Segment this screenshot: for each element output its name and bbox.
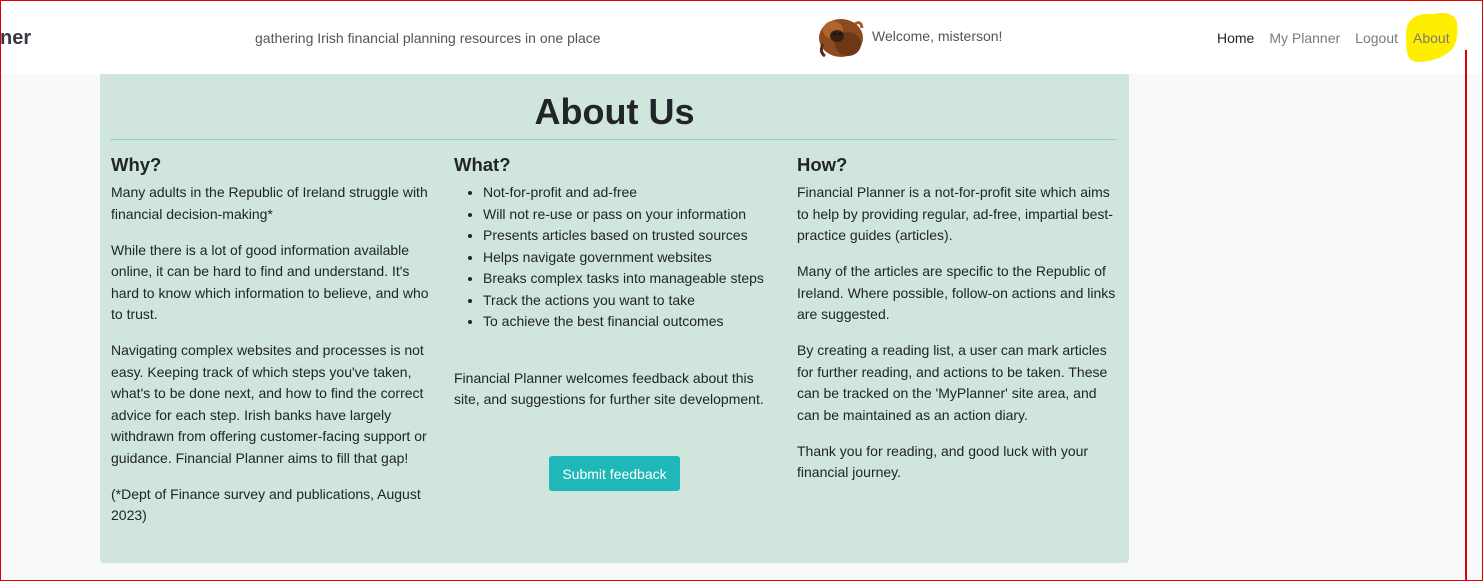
top-navbar: ner gathering Irish financial planning r… — [0, 0, 1483, 74]
title-divider — [110, 139, 1117, 140]
site-tagline: gathering Irish financial planning resou… — [255, 30, 601, 46]
list-item: Track the actions you want to take — [483, 290, 776, 312]
nav-about[interactable]: About — [1413, 30, 1450, 46]
why-heading: Why? — [111, 154, 162, 175]
nav-logout[interactable]: Logout — [1355, 30, 1398, 46]
frame-edge-line — [1465, 50, 1467, 581]
what-column: What? Not-for-profit and ad-free Will no… — [454, 154, 776, 425]
list-item: Presents articles based on trusted sourc… — [483, 225, 776, 247]
how-paragraph: Many of the articles are specific to the… — [797, 263, 1116, 322]
list-item: Breaks complex tasks into manageable ste… — [483, 268, 776, 290]
page-title: About Us — [534, 91, 695, 132]
how-column: How? Financial Planner is a not-for-prof… — [797, 154, 1119, 498]
orangutan-avatar-icon — [819, 19, 864, 58]
list-item: Helps navigate government websites — [483, 247, 776, 269]
why-paragraph: While there is a lot of good information… — [111, 241, 429, 323]
what-heading: What? — [454, 154, 511, 175]
nav-home[interactable]: Home — [1217, 30, 1254, 46]
about-card: About Us Why? Many adults in the Republi… — [100, 74, 1129, 563]
how-paragraph: Financial Planner is a not-for-profit si… — [797, 184, 1113, 243]
list-item: Not-for-profit and ad-free — [483, 182, 776, 204]
main-nav: Home My Planner Logout About — [1217, 30, 1465, 46]
welcome-message: Welcome, misterson! — [872, 28, 1003, 44]
how-heading: How? — [797, 154, 848, 175]
how-paragraph: By creating a reading list, a user can m… — [797, 342, 1108, 423]
why-paragraph: Navigating complex websites and processe… — [111, 342, 427, 466]
list-item: Will not re-use or pass on your informat… — [483, 204, 776, 226]
feedback-text: Financial Planner welcomes feedback abou… — [454, 369, 764, 408]
why-footnote: (*Dept of Finance survey and publication… — [111, 485, 421, 524]
how-paragraph: Thank you for reading, and good luck wit… — [797, 442, 1089, 481]
nav-my-planner[interactable]: My Planner — [1269, 30, 1340, 46]
why-column: Why? Many adults in the Republic of Irel… — [111, 154, 433, 541]
brand-name[interactable]: ner — [0, 27, 31, 50]
submit-feedback-button[interactable]: Submit feedback — [549, 456, 680, 491]
why-paragraph: Many adults in the Republic of Ireland s… — [111, 184, 428, 222]
features-list: Not-for-profit and ad-free Will not re-u… — [454, 182, 776, 333]
list-item: To achieve the best financial outcomes — [483, 311, 776, 333]
